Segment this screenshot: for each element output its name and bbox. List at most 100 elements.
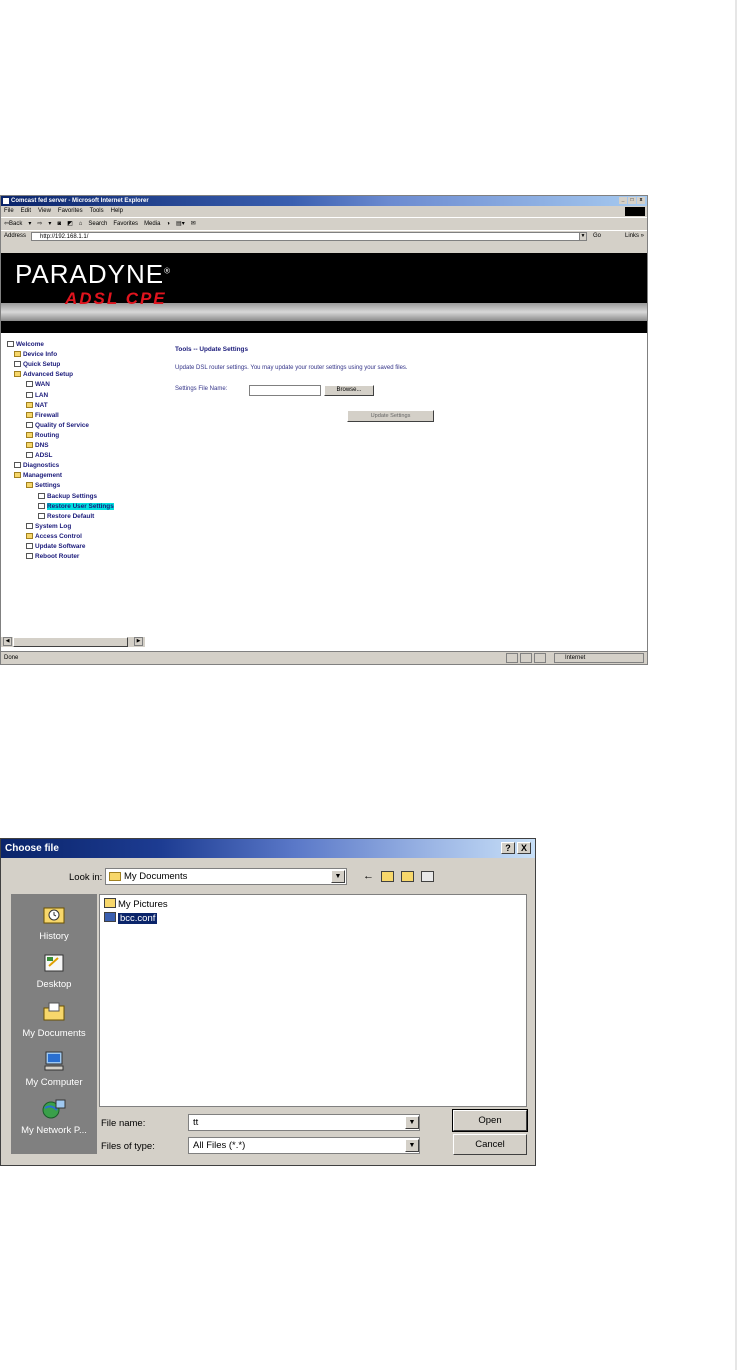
nav-item[interactable]: NAT (26, 401, 48, 411)
address-dropdown-icon[interactable]: ▼ (579, 232, 587, 241)
cancel-button[interactable]: Cancel (453, 1134, 527, 1155)
look-in-select[interactable]: My Documents (105, 868, 347, 885)
nav-item[interactable]: Management (14, 471, 62, 481)
place-my-network[interactable]: My Network P... (11, 1098, 97, 1136)
folder-icon (26, 533, 33, 539)
open-button[interactable]: Open (452, 1109, 528, 1132)
search-button[interactable]: Search (88, 218, 107, 230)
forward-button[interactable]: ⇨ (37, 218, 42, 230)
menu-file[interactable]: File (4, 206, 14, 216)
links-button[interactable]: Links » (625, 231, 644, 242)
menu-favorites[interactable]: Favorites (58, 206, 83, 216)
view-menu-icon[interactable] (421, 871, 434, 882)
place-my-computer[interactable]: My Computer (11, 1050, 97, 1088)
go-button[interactable]: Go (593, 231, 601, 242)
address-bar: Address http://192.168.1.1/ ▼ Go Links » (1, 230, 647, 242)
file-list-item[interactable]: My Pictures (104, 898, 168, 911)
page-heading: Tools -- Update Settings (175, 346, 249, 353)
nav-item[interactable]: Restore User Settings (38, 502, 114, 512)
file-list-item[interactable]: bcc.conf (104, 912, 158, 925)
nav-item[interactable]: WAN (26, 380, 50, 390)
page-content: Welcome Device Info Quick Setup Advanced Se… (1, 333, 647, 651)
back-arrow-icon[interactable]: ← (363, 870, 374, 883)
print-button[interactable]: ✉ (191, 218, 196, 230)
nav-item[interactable]: Advanced Setup (14, 370, 73, 380)
nav-item-label: Reboot Router (35, 553, 80, 560)
folder-icon (26, 482, 33, 488)
new-folder-icon[interactable] (401, 871, 414, 882)
settings-file-input[interactable] (249, 385, 321, 396)
help-button[interactable]: ? (501, 842, 515, 854)
folder-icon (26, 442, 33, 448)
file-list[interactable]: My Pictures bcc.conf (99, 894, 527, 1107)
paradyne-banner: PARADYNE® ADSL CPE (1, 253, 647, 333)
browse-button[interactable]: Browse... (324, 385, 374, 396)
scroll-left-icon[interactable]: ◀ (3, 637, 12, 646)
menu-help[interactable]: Help (111, 206, 123, 216)
page-icon (26, 543, 33, 549)
look-in-dropdown-icon[interactable]: ▼ (331, 870, 345, 883)
nav-item[interactable]: Device Info (14, 350, 57, 360)
nav-item[interactable]: Access Control (26, 532, 82, 542)
file-name-input[interactable]: tt (188, 1114, 420, 1131)
nav-item[interactable]: ADSL (26, 451, 52, 461)
nav-item[interactable]: Quick Setup (14, 360, 60, 370)
nav-item[interactable]: Firewall (26, 411, 59, 421)
history-icon (43, 907, 65, 924)
menu-view[interactable]: View (38, 206, 51, 216)
stop-button[interactable]: ◙ (57, 218, 61, 230)
mail-button[interactable]: ▤▾ (176, 218, 185, 230)
browser-titlebar[interactable]: Comcast fed server - Microsoft Internet … (1, 196, 647, 206)
page-icon (14, 462, 21, 468)
menu-edit[interactable]: Edit (21, 206, 31, 216)
nav-item[interactable]: Update Software (26, 542, 85, 552)
nav-item[interactable]: Settings (26, 481, 60, 491)
nav-item-label: NAT (35, 402, 48, 409)
nav-item-label: Welcome (16, 341, 44, 348)
up-folder-icon[interactable] (381, 871, 394, 882)
back-dropdown-icon[interactable]: ▾ (28, 218, 31, 230)
status-cell (506, 653, 518, 663)
nav-item-label: System Log (35, 523, 72, 530)
folder-icon (14, 371, 21, 377)
file-name-dropdown-icon[interactable]: ▼ (405, 1116, 419, 1129)
favorites-button[interactable]: Favorites (113, 218, 138, 230)
update-settings-button[interactable]: Update Settings (347, 410, 434, 422)
place-history[interactable]: History (11, 904, 97, 942)
maximize-button[interactable]: □ (628, 197, 636, 204)
nav-item[interactable]: Welcome (7, 340, 44, 350)
files-of-type-dropdown-icon[interactable]: ▼ (405, 1139, 419, 1152)
menu-tools[interactable]: Tools (90, 206, 104, 216)
place-desktop[interactable]: Desktop (11, 952, 97, 990)
media-button[interactable]: Media (144, 218, 160, 230)
nav-item[interactable]: System Log (26, 522, 71, 532)
horizontal-scrollbar[interactable]: ◀ ▶ (1, 637, 647, 647)
close-button[interactable]: x (637, 197, 645, 204)
history-button[interactable]: ◑ (166, 218, 170, 230)
nav-item[interactable]: Diagnostics (14, 461, 59, 471)
dialog-close-button[interactable]: X (517, 842, 531, 854)
nav-item-label: Restore Default (47, 513, 95, 520)
nav-item[interactable]: Routing (26, 431, 59, 441)
nav-item[interactable]: Reboot Router (26, 552, 79, 562)
files-of-type-select[interactable]: All Files (*.*) (188, 1137, 420, 1154)
home-button[interactable]: ⌂ (79, 218, 83, 230)
minimize-button[interactable]: _ (619, 197, 627, 204)
forward-dropdown-icon[interactable]: ▾ (48, 218, 51, 230)
status-cell (534, 653, 546, 663)
nav-item[interactable]: Quality of Service (26, 421, 89, 431)
address-input[interactable]: http://192.168.1.1/ (31, 232, 586, 241)
desktop-icon (44, 954, 64, 972)
back-button[interactable]: ⇦Back (4, 218, 22, 230)
place-my-documents[interactable]: My Documents (11, 1001, 97, 1039)
nav-item[interactable]: DNS (26, 441, 49, 451)
nav-item[interactable]: Backup Settings (38, 492, 97, 502)
refresh-button[interactable]: ◩ (67, 218, 73, 230)
nav-item[interactable]: Restore Default (38, 512, 94, 522)
nav-item-label: WAN (35, 381, 50, 388)
scroll-thumb[interactable] (13, 637, 128, 647)
dialog-titlebar[interactable]: Choose file ? X (1, 839, 535, 858)
folder-icon (26, 412, 33, 418)
nav-item[interactable]: LAN (26, 391, 48, 401)
scroll-right-icon[interactable]: ▶ (134, 637, 143, 646)
